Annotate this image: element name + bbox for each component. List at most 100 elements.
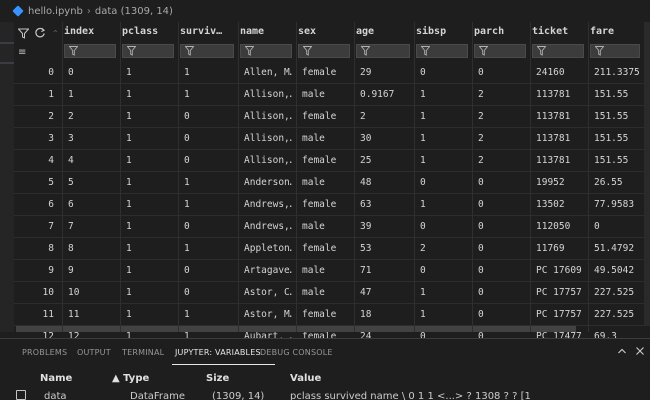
table-cell[interactable]: 10 — [66, 282, 116, 304]
table-cell[interactable]: 1 — [182, 238, 234, 260]
table-cell[interactable]: 0 — [418, 62, 468, 84]
table-cell[interactable]: 0 — [418, 260, 468, 282]
table-cell[interactable]: 1 — [124, 172, 174, 194]
variables-header-value[interactable]: Value — [290, 373, 321, 384]
table-cell[interactable]: 18 — [358, 304, 410, 326]
close-icon[interactable] — [635, 346, 645, 358]
table-cell[interactable]: female — [300, 304, 350, 326]
table-cell[interactable]: 113781 — [534, 128, 584, 150]
column-filter-input[interactable] — [532, 44, 584, 58]
table-cell[interactable]: 1 — [418, 150, 468, 172]
table-cell[interactable]: 1 — [182, 172, 234, 194]
table-cell[interactable]: male — [300, 128, 350, 150]
table-cell[interactable]: PC 17757 — [534, 282, 584, 304]
table-cell[interactable]: PC 17757 — [534, 304, 584, 326]
column-filter-input[interactable] — [474, 44, 526, 58]
table-cell[interactable]: 1 — [182, 304, 234, 326]
table-cell[interactable]: 113781 — [534, 84, 584, 106]
table-cell[interactable]: 71 — [358, 260, 410, 282]
column-divider[interactable] — [354, 22, 355, 332]
table-cell[interactable]: 1 — [418, 304, 468, 326]
column-divider[interactable] — [588, 22, 589, 332]
table-cell[interactable]: PC 17609 — [534, 260, 584, 282]
table-cell[interactable]: male — [300, 216, 350, 238]
table-cell[interactable]: 0 — [182, 128, 234, 150]
table-cell[interactable]: 63 — [358, 194, 410, 216]
table-cell[interactable]: 1 — [124, 216, 174, 238]
column-divider[interactable] — [238, 22, 239, 332]
breadcrumb-file[interactable]: hello.ipynb — [28, 6, 83, 17]
table-row[interactable]: 9 9 1 0 Artagave… male 71 0 0 PC 17609 49.5042 — [14, 260, 650, 282]
column-filter-input[interactable] — [240, 44, 292, 58]
table-cell[interactable]: 1 — [124, 150, 174, 172]
table-cell[interactable]: 30 — [358, 128, 410, 150]
table-cell[interactable]: 1 — [418, 194, 468, 216]
table-cell[interactable]: Allison,… — [242, 84, 292, 106]
table-cell[interactable]: 113781 — [534, 106, 584, 128]
table-cell[interactable]: 1 — [418, 106, 468, 128]
variables-header-name[interactable]: Name — [40, 373, 72, 384]
column-divider[interactable] — [178, 22, 179, 332]
table-cell[interactable]: Astor, M… — [242, 304, 292, 326]
table-cell[interactable]: 0 — [476, 62, 526, 84]
table-cell[interactable]: 3 — [66, 128, 116, 150]
table-row[interactable]: 4 4 1 0 Allison,… female 25 1 2 113781 151.55 — [14, 150, 650, 172]
table-cell[interactable]: 151.55 — [592, 150, 640, 172]
table-cell[interactable]: 0 — [182, 150, 234, 172]
table-cell[interactable]: 2 — [358, 106, 410, 128]
column-header[interactable]: age — [356, 26, 410, 40]
column-divider[interactable] — [472, 22, 473, 332]
column-header[interactable]: index — [64, 26, 116, 40]
table-cell[interactable]: 53 — [358, 238, 410, 260]
column-menu-icon[interactable]: ≡ — [18, 47, 26, 59]
column-filter-input[interactable] — [590, 44, 640, 58]
table-cell[interactable]: 1 — [124, 238, 174, 260]
table-cell[interactable]: 227.525 — [592, 282, 640, 304]
table-cell[interactable]: 1 — [418, 84, 468, 106]
table-cell[interactable]: female — [300, 62, 350, 84]
table-cell[interactable]: 2 — [476, 128, 526, 150]
table-cell[interactable]: 151.55 — [592, 84, 640, 106]
table-cell[interactable]: 1 — [182, 62, 234, 84]
table-cell[interactable]: 26.55 — [592, 172, 640, 194]
column-header[interactable]: sibsp — [416, 26, 468, 40]
table-cell[interactable]: 1 — [182, 194, 234, 216]
column-filter-input[interactable] — [416, 44, 468, 58]
table-cell[interactable]: 0 — [476, 194, 526, 216]
table-cell[interactable]: 0 — [182, 216, 234, 238]
column-header[interactable]: sex — [298, 26, 350, 40]
table-cell[interactable]: 0.9167 — [358, 84, 410, 106]
chevron-up-icon[interactable] — [617, 346, 627, 358]
column-header[interactable]: pclass — [122, 26, 174, 40]
column-filter-input[interactable] — [356, 44, 410, 58]
table-cell[interactable]: 24160 — [534, 62, 584, 84]
horizontal-scrollbar[interactable] — [14, 326, 650, 332]
column-divider[interactable] — [414, 22, 415, 332]
table-cell[interactable]: female — [300, 238, 350, 260]
tab-jupyter-variables[interactable]: JUPYTER: VARIABLES — [175, 348, 261, 357]
table-cell[interactable]: male — [300, 84, 350, 106]
table-cell[interactable]: 1 — [124, 260, 174, 282]
table-row[interactable]: 7 7 1 0 Andrews,… male 39 0 0 112050 0 — [14, 216, 650, 238]
column-divider[interactable] — [62, 22, 63, 332]
table-row[interactable]: 10 10 1 0 Astor, C… male 47 1 0 PC 17757 227.525 — [14, 282, 650, 304]
table-cell[interactable]: 47 — [358, 282, 410, 304]
tab-debug-console[interactable]: DEBUG CONSOLE — [260, 348, 333, 357]
table-cell[interactable]: 0 — [182, 106, 234, 128]
table-cell[interactable]: 19952 — [534, 172, 584, 194]
column-filter-input[interactable] — [180, 44, 234, 58]
sort-indicator-icon[interactable]: ⌃ — [52, 29, 59, 38]
table-cell[interactable]: 2 — [418, 238, 468, 260]
table-cell[interactable]: 0 — [592, 216, 640, 238]
table-cell[interactable]: 1 — [418, 128, 468, 150]
breadcrumb-item[interactable]: data (1309, 14) — [95, 6, 173, 17]
column-filter-input[interactable] — [64, 44, 116, 58]
table-cell[interactable]: male — [300, 282, 350, 304]
table-cell[interactable]: 1 — [124, 62, 174, 84]
tab-output[interactable]: OUTPUT — [77, 348, 111, 357]
table-cell[interactable]: female — [300, 106, 350, 128]
table-cell[interactable]: 39 — [358, 216, 410, 238]
table-cell[interactable]: 0 — [476, 216, 526, 238]
variables-header-type[interactable]: ▲ Type — [112, 373, 149, 384]
table-row[interactable]: 11 11 1 1 Astor, M… female 18 1 0 PC 17757 227.525 — [14, 304, 650, 326]
